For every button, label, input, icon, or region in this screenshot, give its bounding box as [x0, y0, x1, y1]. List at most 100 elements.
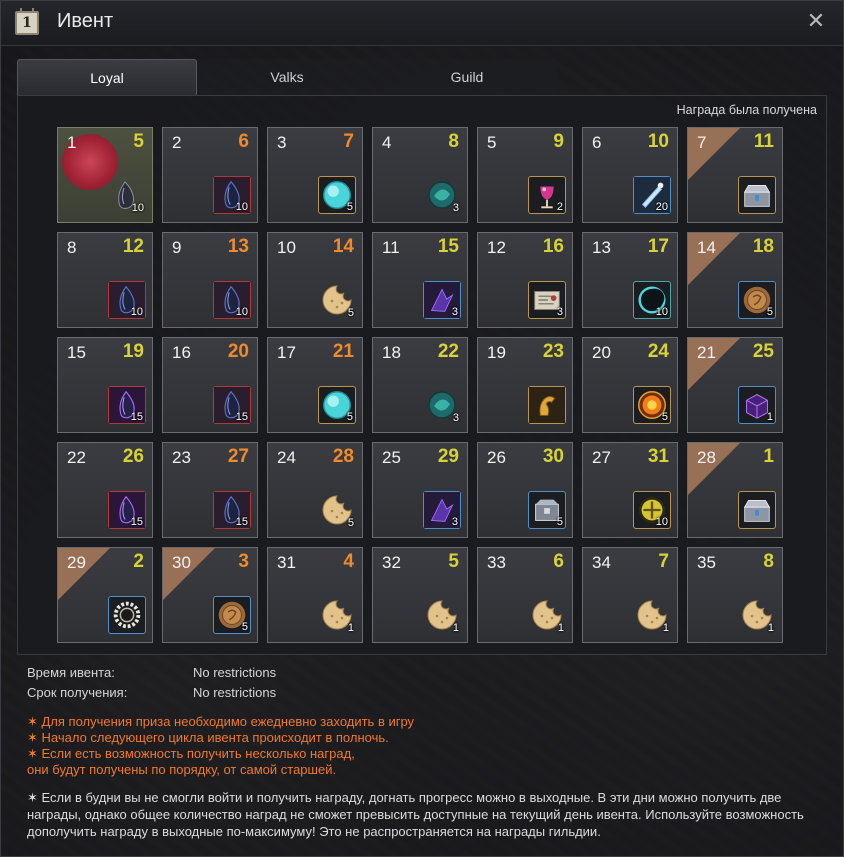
reward-day: 23: [542, 341, 564, 362]
silver-chest-icon[interactable]: [738, 176, 776, 214]
reward-cell[interactable]: 27 31 10: [582, 442, 678, 538]
cookie-icon[interactable]: 1: [738, 596, 776, 634]
reward-cell[interactable]: 23 27 15: [162, 442, 258, 538]
reward-cell[interactable]: 6 10 20: [582, 127, 678, 223]
item-count: 5: [346, 201, 353, 213]
black-stone-icon[interactable]: 10: [108, 281, 146, 319]
cookie-icon[interactable]: 1: [318, 596, 356, 634]
reward-cell[interactable]: 24 28 5: [267, 442, 363, 538]
reward-day: 6: [553, 551, 564, 572]
reward-cell[interactable]: 15 19 15: [57, 337, 153, 433]
green-crystal-icon[interactable]: 3: [423, 386, 461, 424]
reward-cell[interactable]: 5 9 2: [477, 127, 573, 223]
item-count: 15: [235, 516, 248, 528]
title-bar[interactable]: 1 Ивент ✕: [1, 1, 843, 46]
reward-cell[interactable]: 19 23: [477, 337, 573, 433]
item-count: 20: [655, 201, 668, 213]
note-line: они будут получены по порядку, от самой …: [27, 762, 337, 777]
reward-index: 35: [697, 553, 716, 572]
eclipse-ring-icon[interactable]: 10: [633, 281, 671, 319]
silver-box-icon[interactable]: 5: [528, 491, 566, 529]
reward-index: 23: [172, 448, 191, 467]
reward-cell[interactable]: 26 30 5: [477, 442, 573, 538]
reward-day: 28: [332, 446, 354, 467]
tab-loyal[interactable]: Loyal: [17, 59, 197, 95]
reward-day: 17: [647, 236, 669, 257]
reward-cell[interactable]: 7 11: [687, 127, 783, 223]
reward-cell[interactable]: 13 17 10: [582, 232, 678, 328]
fire-orb-icon[interactable]: 5: [633, 386, 671, 424]
reward-cell[interactable]: 1 5 10: [57, 127, 153, 223]
reward-cell[interactable]: 4 8 3: [372, 127, 468, 223]
event-window: 1 Ивент ✕ Loyal Valks Guild Награда была…: [0, 0, 844, 857]
elixir-vial-icon[interactable]: 20: [633, 176, 671, 214]
reward-day: 20: [227, 341, 249, 362]
reward-cell[interactable]: 28 1: [687, 442, 783, 538]
reward-cell[interactable]: 25 29 3: [372, 442, 468, 538]
reward-cell[interactable]: 30 3 5: [162, 547, 258, 643]
cookie-icon[interactable]: 1: [423, 596, 461, 634]
reward-cell[interactable]: 21 25 1: [687, 337, 783, 433]
gear-ring-icon[interactable]: [108, 596, 146, 634]
reward-cell[interactable]: 29 2: [57, 547, 153, 643]
tab-valks[interactable]: Valks: [197, 59, 377, 95]
reward-cell[interactable]: 2 6 10: [162, 127, 258, 223]
cookie-icon[interactable]: 5: [318, 281, 356, 319]
reward-cell[interactable]: 17 21 5: [267, 337, 363, 433]
reward-index: 32: [382, 553, 401, 572]
cyan-orb-icon[interactable]: 5: [318, 176, 356, 214]
map-scroll-icon[interactable]: 3: [528, 281, 566, 319]
cookie-icon[interactable]: 1: [633, 596, 671, 634]
purple-black-stone-icon[interactable]: 15: [108, 386, 146, 424]
reward-cell[interactable]: 8 12 10: [57, 232, 153, 328]
cookie-icon[interactable]: 1: [528, 596, 566, 634]
reward-day: 29: [437, 446, 459, 467]
reward-cell[interactable]: 3 7 5: [267, 127, 363, 223]
gold-clover-icon[interactable]: 10: [633, 491, 671, 529]
reward-cell[interactable]: 22 26 15: [57, 442, 153, 538]
reward-cell[interactable]: 12 16 3: [477, 232, 573, 328]
item-count: 1: [452, 622, 459, 634]
silver-chest-icon[interactable]: [738, 491, 776, 529]
reward-cell[interactable]: 33 6 1: [477, 547, 573, 643]
item-count: 5: [241, 621, 248, 633]
reward-day: 3: [238, 551, 249, 572]
bronze-coin-icon[interactable]: 5: [738, 281, 776, 319]
black-stone-icon[interactable]: 15: [213, 386, 251, 424]
calendar-icon: 1: [15, 8, 39, 35]
reward-cell[interactable]: 10 14 5: [267, 232, 363, 328]
reward-day: 8: [448, 131, 459, 152]
cyan-orb-icon[interactable]: 5: [318, 386, 356, 424]
reward-index: 9: [172, 238, 182, 257]
reward-index: 16: [172, 343, 191, 362]
reward-cell[interactable]: 9 13 10: [162, 232, 258, 328]
black-spirit-stone-icon[interactable]: 10: [108, 176, 146, 214]
black-stone-icon[interactable]: 15: [213, 491, 251, 529]
reward-cell[interactable]: 18 22 3: [372, 337, 468, 433]
black-stone-icon[interactable]: 10: [213, 176, 251, 214]
reward-index: 4: [382, 133, 392, 152]
purple-shard-icon[interactable]: 3: [423, 281, 461, 319]
reward-cell[interactable]: 11 15 3: [372, 232, 468, 328]
purple-box-icon[interactable]: 1: [738, 386, 776, 424]
reward-cell[interactable]: 35 8 1: [687, 547, 783, 643]
reward-cell[interactable]: 20 24 5: [582, 337, 678, 433]
reward-cell[interactable]: 14 18 5: [687, 232, 783, 328]
purple-shard-icon[interactable]: 3: [423, 491, 461, 529]
green-crystal-icon[interactable]: 3: [423, 176, 461, 214]
reward-cell[interactable]: 16 20 15: [162, 337, 258, 433]
reward-cell[interactable]: 34 7 1: [582, 547, 678, 643]
reward-day: 25: [752, 341, 774, 362]
reward-cell[interactable]: 31 4 1: [267, 547, 363, 643]
purple-black-stone-icon[interactable]: 15: [108, 491, 146, 529]
potion-icon[interactable]: 2: [528, 176, 566, 214]
close-button[interactable]: ✕: [805, 11, 827, 33]
reward-index: 22: [67, 448, 86, 467]
cookie-icon[interactable]: 5: [318, 491, 356, 529]
tab-guild[interactable]: Guild: [377, 59, 557, 95]
reward-day: 1: [763, 446, 774, 467]
bronze-coin-icon[interactable]: 5: [213, 596, 251, 634]
golden-horse-icon[interactable]: [528, 386, 566, 424]
reward-cell[interactable]: 32 5 1: [372, 547, 468, 643]
black-stone-icon[interactable]: 10: [213, 281, 251, 319]
